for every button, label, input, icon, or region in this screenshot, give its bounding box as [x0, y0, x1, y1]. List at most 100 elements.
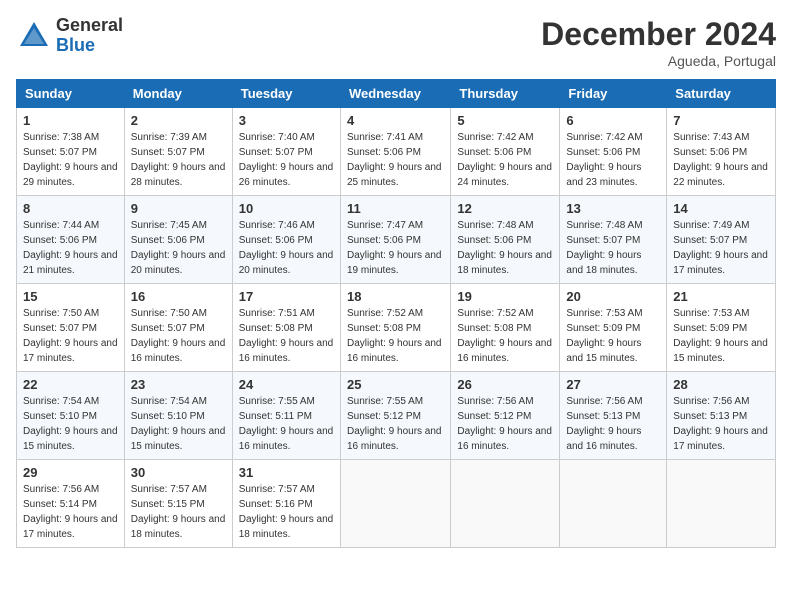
calendar-week-row: 15 Sunrise: 7:50 AMSunset: 5:07 PMDaylig…	[17, 284, 776, 372]
calendar-day-cell: 2 Sunrise: 7:39 AMSunset: 5:07 PMDayligh…	[124, 108, 232, 196]
day-info: Sunrise: 7:48 AMSunset: 5:06 PMDaylight:…	[457, 220, 552, 276]
calendar-day-cell: 14 Sunrise: 7:49 AMSunset: 5:07 PMDaylig…	[667, 196, 776, 284]
weekday-header: Sunday	[17, 80, 125, 108]
weekday-header: Tuesday	[232, 80, 340, 108]
day-number: 19	[457, 289, 553, 304]
day-info: Sunrise: 7:53 AMSunset: 5:09 PMDaylight:…	[566, 308, 642, 364]
day-info: Sunrise: 7:56 AMSunset: 5:13 PMDaylight:…	[673, 396, 768, 452]
calendar-day-cell: 22 Sunrise: 7:54 AMSunset: 5:10 PMDaylig…	[17, 372, 125, 460]
logo-general: General	[56, 16, 123, 36]
weekday-header: Friday	[560, 80, 667, 108]
day-number: 4	[347, 113, 444, 128]
day-number: 5	[457, 113, 553, 128]
day-info: Sunrise: 7:42 AMSunset: 5:06 PMDaylight:…	[566, 132, 642, 188]
calendar-day-cell: 24 Sunrise: 7:55 AMSunset: 5:11 PMDaylig…	[232, 372, 340, 460]
day-number: 6	[566, 113, 660, 128]
calendar-day-cell: 7 Sunrise: 7:43 AMSunset: 5:06 PMDayligh…	[667, 108, 776, 196]
calendar-day-cell: 11 Sunrise: 7:47 AMSunset: 5:06 PMDaylig…	[340, 196, 450, 284]
calendar-day-cell	[667, 460, 776, 548]
day-info: Sunrise: 7:56 AMSunset: 5:14 PMDaylight:…	[23, 484, 118, 540]
day-number: 15	[23, 289, 118, 304]
day-info: Sunrise: 7:53 AMSunset: 5:09 PMDaylight:…	[673, 308, 768, 364]
calendar-day-cell: 28 Sunrise: 7:56 AMSunset: 5:13 PMDaylig…	[667, 372, 776, 460]
calendar-day-cell	[451, 460, 560, 548]
calendar-day-cell: 3 Sunrise: 7:40 AMSunset: 5:07 PMDayligh…	[232, 108, 340, 196]
day-number: 13	[566, 201, 660, 216]
day-info: Sunrise: 7:52 AMSunset: 5:08 PMDaylight:…	[457, 308, 552, 364]
day-info: Sunrise: 7:57 AMSunset: 5:16 PMDaylight:…	[239, 484, 334, 540]
day-info: Sunrise: 7:44 AMSunset: 5:06 PMDaylight:…	[23, 220, 118, 276]
day-info: Sunrise: 7:50 AMSunset: 5:07 PMDaylight:…	[23, 308, 118, 364]
page-header: General Blue December 2024 Agueda, Portu…	[16, 16, 776, 69]
day-number: 23	[131, 377, 226, 392]
calendar-day-cell: 1 Sunrise: 7:38 AMSunset: 5:07 PMDayligh…	[17, 108, 125, 196]
calendar-day-cell: 27 Sunrise: 7:56 AMSunset: 5:13 PMDaylig…	[560, 372, 667, 460]
calendar-day-cell: 25 Sunrise: 7:55 AMSunset: 5:12 PMDaylig…	[340, 372, 450, 460]
day-number: 21	[673, 289, 769, 304]
calendar-day-cell: 29 Sunrise: 7:56 AMSunset: 5:14 PMDaylig…	[17, 460, 125, 548]
day-info: Sunrise: 7:41 AMSunset: 5:06 PMDaylight:…	[347, 132, 442, 188]
location: Agueda, Portugal	[541, 53, 776, 69]
day-info: Sunrise: 7:43 AMSunset: 5:06 PMDaylight:…	[673, 132, 768, 188]
calendar-day-cell: 20 Sunrise: 7:53 AMSunset: 5:09 PMDaylig…	[560, 284, 667, 372]
day-number: 20	[566, 289, 660, 304]
logo: General Blue	[16, 16, 123, 56]
day-number: 22	[23, 377, 118, 392]
day-info: Sunrise: 7:55 AMSunset: 5:11 PMDaylight:…	[239, 396, 334, 452]
day-number: 14	[673, 201, 769, 216]
calendar-week-row: 8 Sunrise: 7:44 AMSunset: 5:06 PMDayligh…	[17, 196, 776, 284]
day-info: Sunrise: 7:42 AMSunset: 5:06 PMDaylight:…	[457, 132, 552, 188]
calendar-day-cell: 19 Sunrise: 7:52 AMSunset: 5:08 PMDaylig…	[451, 284, 560, 372]
day-number: 3	[239, 113, 334, 128]
month-title: December 2024	[541, 16, 776, 53]
calendar-day-cell	[560, 460, 667, 548]
day-number: 2	[131, 113, 226, 128]
calendar-day-cell: 8 Sunrise: 7:44 AMSunset: 5:06 PMDayligh…	[17, 196, 125, 284]
day-info: Sunrise: 7:57 AMSunset: 5:15 PMDaylight:…	[131, 484, 226, 540]
day-number: 16	[131, 289, 226, 304]
calendar-day-cell: 12 Sunrise: 7:48 AMSunset: 5:06 PMDaylig…	[451, 196, 560, 284]
calendar-week-row: 1 Sunrise: 7:38 AMSunset: 5:07 PMDayligh…	[17, 108, 776, 196]
day-info: Sunrise: 7:40 AMSunset: 5:07 PMDaylight:…	[239, 132, 334, 188]
title-area: December 2024 Agueda, Portugal	[541, 16, 776, 69]
day-number: 18	[347, 289, 444, 304]
calendar-day-cell: 6 Sunrise: 7:42 AMSunset: 5:06 PMDayligh…	[560, 108, 667, 196]
calendar-day-cell: 30 Sunrise: 7:57 AMSunset: 5:15 PMDaylig…	[124, 460, 232, 548]
day-number: 1	[23, 113, 118, 128]
day-info: Sunrise: 7:38 AMSunset: 5:07 PMDaylight:…	[23, 132, 118, 188]
day-number: 27	[566, 377, 660, 392]
day-info: Sunrise: 7:54 AMSunset: 5:10 PMDaylight:…	[23, 396, 118, 452]
calendar-day-cell: 15 Sunrise: 7:50 AMSunset: 5:07 PMDaylig…	[17, 284, 125, 372]
day-number: 29	[23, 465, 118, 480]
day-info: Sunrise: 7:39 AMSunset: 5:07 PMDaylight:…	[131, 132, 226, 188]
day-number: 25	[347, 377, 444, 392]
day-info: Sunrise: 7:51 AMSunset: 5:08 PMDaylight:…	[239, 308, 334, 364]
day-info: Sunrise: 7:56 AMSunset: 5:13 PMDaylight:…	[566, 396, 642, 452]
day-number: 28	[673, 377, 769, 392]
day-info: Sunrise: 7:56 AMSunset: 5:12 PMDaylight:…	[457, 396, 552, 452]
calendar-day-cell: 26 Sunrise: 7:56 AMSunset: 5:12 PMDaylig…	[451, 372, 560, 460]
day-number: 10	[239, 201, 334, 216]
logo-blue: Blue	[56, 36, 123, 56]
calendar-table: SundayMondayTuesdayWednesdayThursdayFrid…	[16, 79, 776, 548]
weekday-header: Monday	[124, 80, 232, 108]
day-info: Sunrise: 7:55 AMSunset: 5:12 PMDaylight:…	[347, 396, 442, 452]
day-number: 8	[23, 201, 118, 216]
calendar-week-row: 29 Sunrise: 7:56 AMSunset: 5:14 PMDaylig…	[17, 460, 776, 548]
day-info: Sunrise: 7:47 AMSunset: 5:06 PMDaylight:…	[347, 220, 442, 276]
weekday-header-row: SundayMondayTuesdayWednesdayThursdayFrid…	[17, 80, 776, 108]
calendar-day-cell: 13 Sunrise: 7:48 AMSunset: 5:07 PMDaylig…	[560, 196, 667, 284]
calendar-day-cell: 16 Sunrise: 7:50 AMSunset: 5:07 PMDaylig…	[124, 284, 232, 372]
weekday-header: Saturday	[667, 80, 776, 108]
calendar-day-cell: 17 Sunrise: 7:51 AMSunset: 5:08 PMDaylig…	[232, 284, 340, 372]
calendar-day-cell: 21 Sunrise: 7:53 AMSunset: 5:09 PMDaylig…	[667, 284, 776, 372]
day-number: 30	[131, 465, 226, 480]
day-number: 12	[457, 201, 553, 216]
calendar-day-cell: 18 Sunrise: 7:52 AMSunset: 5:08 PMDaylig…	[340, 284, 450, 372]
day-info: Sunrise: 7:50 AMSunset: 5:07 PMDaylight:…	[131, 308, 226, 364]
calendar-day-cell: 10 Sunrise: 7:46 AMSunset: 5:06 PMDaylig…	[232, 196, 340, 284]
day-number: 11	[347, 201, 444, 216]
calendar-day-cell: 9 Sunrise: 7:45 AMSunset: 5:06 PMDayligh…	[124, 196, 232, 284]
day-number: 17	[239, 289, 334, 304]
calendar-day-cell: 4 Sunrise: 7:41 AMSunset: 5:06 PMDayligh…	[340, 108, 450, 196]
